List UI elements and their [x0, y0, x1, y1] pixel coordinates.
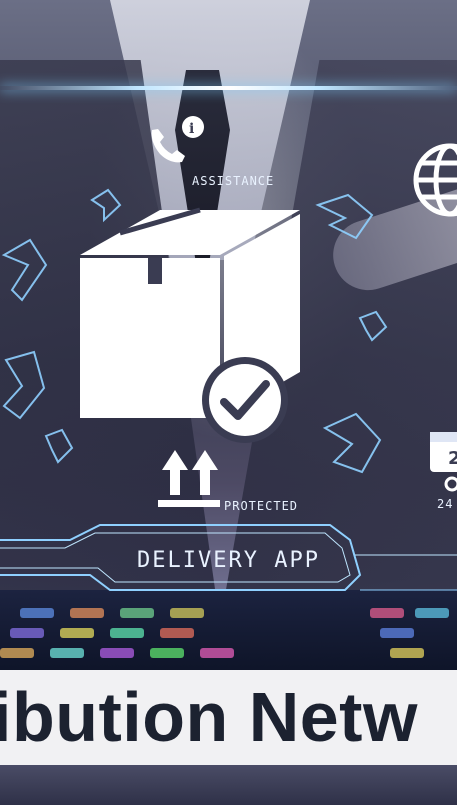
assistance-icon: i	[151, 116, 204, 163]
delivery-app-label: DELIVERY APP	[137, 548, 320, 573]
bottom-strip	[0, 765, 457, 805]
calendar-icon: 2	[430, 432, 457, 492]
badge-24-label: 24	[437, 497, 454, 511]
this-side-up-icon	[158, 450, 220, 507]
hero-image: i 2 ASSISTANCE PROTECTED DELIVERY APP 24…	[0, 0, 457, 805]
protected-label: PROTECTED	[224, 499, 299, 513]
checkmark-badge-icon	[202, 357, 288, 443]
banner-title: ibution Netw	[0, 678, 418, 756]
globe-icon	[413, 143, 457, 217]
svg-text:i: i	[189, 121, 194, 137]
assistance-label: ASSISTANCE	[192, 174, 275, 188]
svg-text:2: 2	[448, 448, 457, 469]
